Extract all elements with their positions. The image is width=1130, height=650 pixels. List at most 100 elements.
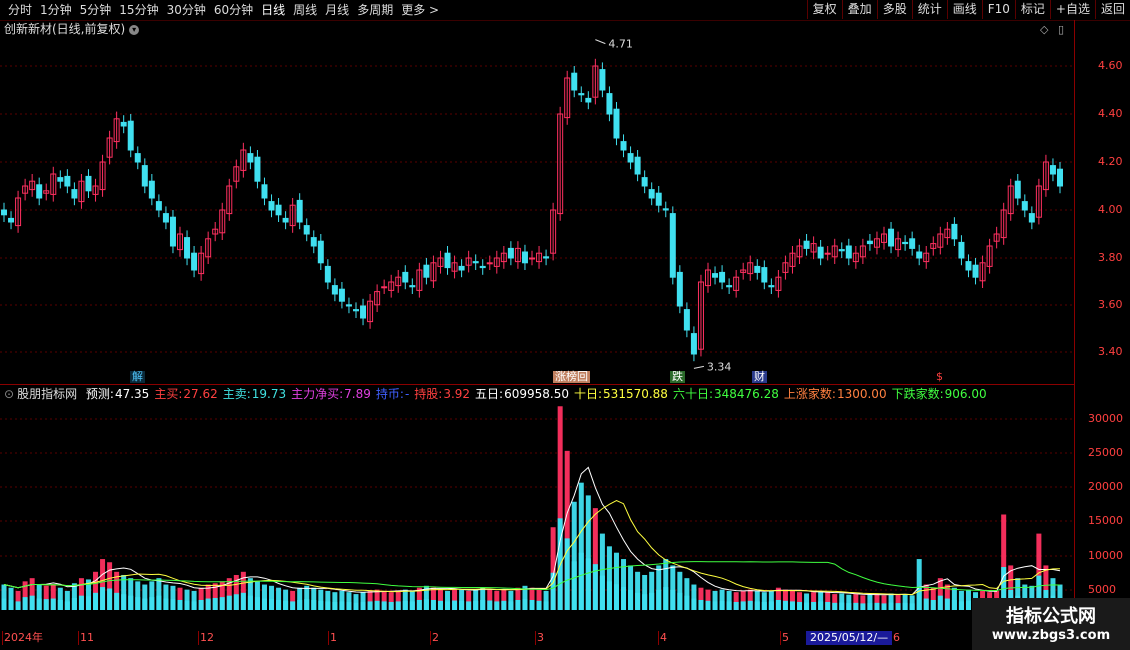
time-tick-label: 3 — [537, 631, 544, 644]
toolbar-button-4[interactable]: 画线 — [946, 0, 982, 19]
volume-bar-sell — [332, 601, 338, 610]
volume-bar-sell — [219, 597, 225, 610]
volume-bar-sell — [466, 601, 472, 610]
period-tab-1[interactable]: 1分钟 — [36, 2, 76, 18]
period-tab-10[interactable]: 更多 > — [397, 2, 443, 18]
period-tab-2[interactable]: 5分钟 — [76, 2, 116, 18]
candle-body — [909, 238, 916, 249]
indicator-label: 上涨家数: — [783, 387, 836, 401]
time-tick-label: 2024年 — [4, 631, 43, 644]
volume-tick-label: 10000 — [1088, 549, 1123, 562]
time-tick — [78, 631, 79, 645]
volume-bar-sell — [599, 575, 605, 610]
candle-body — [409, 285, 416, 288]
indicator-name[interactable]: 股朋指标网 — [17, 387, 77, 401]
candle-body — [754, 265, 761, 273]
low-marker — [693, 365, 705, 369]
candle-body — [338, 288, 345, 302]
period-tab-9[interactable]: 多周期 — [353, 2, 397, 18]
candle-body — [191, 252, 198, 271]
period-tab-0[interactable]: 分时 — [4, 2, 36, 18]
volume-bar-sell — [360, 601, 366, 610]
price-chart[interactable]: 4.71 3.34 — [0, 20, 1074, 630]
watermark-url: www.zbgs3.com — [991, 628, 1111, 643]
period-tab-8[interactable]: 月线 — [321, 2, 353, 18]
volume-bar-sell — [381, 601, 387, 610]
candle-body — [662, 208, 669, 211]
toolbar-button-6[interactable]: 标记 — [1014, 0, 1050, 19]
volume-tick-label: 5000 — [1088, 583, 1116, 596]
volume-bar-sell — [64, 601, 70, 610]
candle-body — [282, 217, 289, 223]
event-marker[interactable]: 跌 — [670, 371, 685, 383]
candle-body — [866, 240, 873, 245]
price-tick-label: 3.80 — [1098, 251, 1123, 264]
toolbar-button-5[interactable]: F10 — [981, 0, 1015, 19]
volume-bar-sell — [290, 601, 296, 610]
candle-body — [317, 240, 324, 264]
volume-bar-sell — [480, 599, 486, 610]
candle-body — [324, 265, 331, 283]
toolbar-buttons: 复权 叠加 多股 统计 画线 F10 标记 +自选 返回 — [806, 0, 1130, 19]
volume-bar-sell — [1, 598, 7, 610]
pane-separator[interactable] — [0, 384, 1074, 385]
candle-body — [303, 225, 310, 235]
volume-bar-sell — [226, 595, 232, 610]
candle-body — [345, 304, 352, 307]
volume-bar-sell — [254, 597, 260, 610]
indicator-item: 下跌家数:906.00 — [892, 387, 987, 401]
volume-bar-sell — [36, 598, 42, 610]
candle-body — [521, 251, 528, 264]
candle-body — [599, 69, 606, 91]
time-tick — [328, 631, 329, 645]
event-marker[interactable]: $ — [934, 371, 945, 383]
volume-bar-sell — [198, 599, 204, 610]
indicator-icon[interactable]: ⊙ — [4, 387, 14, 401]
volume-bar-sell — [818, 601, 824, 610]
volume-bar-sell — [388, 601, 394, 610]
event-marker[interactable]: 解 — [130, 371, 145, 383]
period-tab-5[interactable]: 60分钟 — [210, 2, 257, 18]
candle-body — [472, 261, 479, 264]
volume-bar-sell — [325, 601, 331, 610]
toolbar-button-7[interactable]: +自选 — [1049, 0, 1095, 19]
candle-body — [676, 271, 683, 307]
volume-bar-sell — [691, 598, 697, 610]
volume-bar-sell — [459, 600, 465, 610]
volume-bar-sell — [78, 595, 84, 610]
volume-bar-sell — [775, 599, 781, 610]
period-tab-7[interactable]: 周线 — [289, 2, 321, 18]
indicator-value: 3.92 — [443, 387, 471, 401]
candle-body — [803, 240, 810, 249]
volume-bar-sell — [318, 600, 324, 610]
volume-bar-sell — [909, 603, 915, 610]
period-tabs: 分时 1分钟 5分钟 15分钟 30分钟 60分钟 日线 周线 月线 多周期 更多 > — [4, 2, 443, 18]
toolbar-button-2[interactable]: 多股 — [876, 0, 912, 19]
volume-bar-sell — [811, 601, 817, 610]
volume-bar-sell — [149, 597, 155, 610]
candle-body — [85, 175, 92, 192]
volume-bar-sell — [22, 597, 28, 610]
event-marker[interactable]: 涨榜回 — [553, 371, 590, 383]
volume-bar-sell — [754, 601, 760, 610]
volume-tick-label: 20000 — [1088, 480, 1123, 493]
candle-body — [585, 97, 592, 103]
period-tab-4[interactable]: 30分钟 — [163, 2, 210, 18]
volume-bar-sell — [613, 584, 619, 610]
period-tab-6[interactable]: 日线 — [257, 2, 289, 18]
high-marker — [595, 39, 606, 45]
toolbar-button-8[interactable]: 返回 — [1094, 0, 1130, 19]
watermark-title: 指标公式网 — [1006, 606, 1096, 627]
candle-body — [458, 265, 465, 271]
volume-bar-sell — [853, 602, 859, 610]
volume-bar-sell — [761, 601, 767, 610]
event-marker[interactable]: 财 — [752, 371, 767, 383]
indicator-label: 持币: — [375, 387, 404, 401]
candle-body — [761, 267, 768, 283]
candle-body — [423, 264, 430, 278]
toolbar-button-0[interactable]: 复权 — [806, 0, 842, 19]
toolbar-button-3[interactable]: 统计 — [911, 0, 947, 19]
price-tick-label: 4.40 — [1098, 107, 1123, 120]
period-tab-3[interactable]: 15分钟 — [115, 2, 162, 18]
toolbar-button-1[interactable]: 叠加 — [841, 0, 877, 19]
